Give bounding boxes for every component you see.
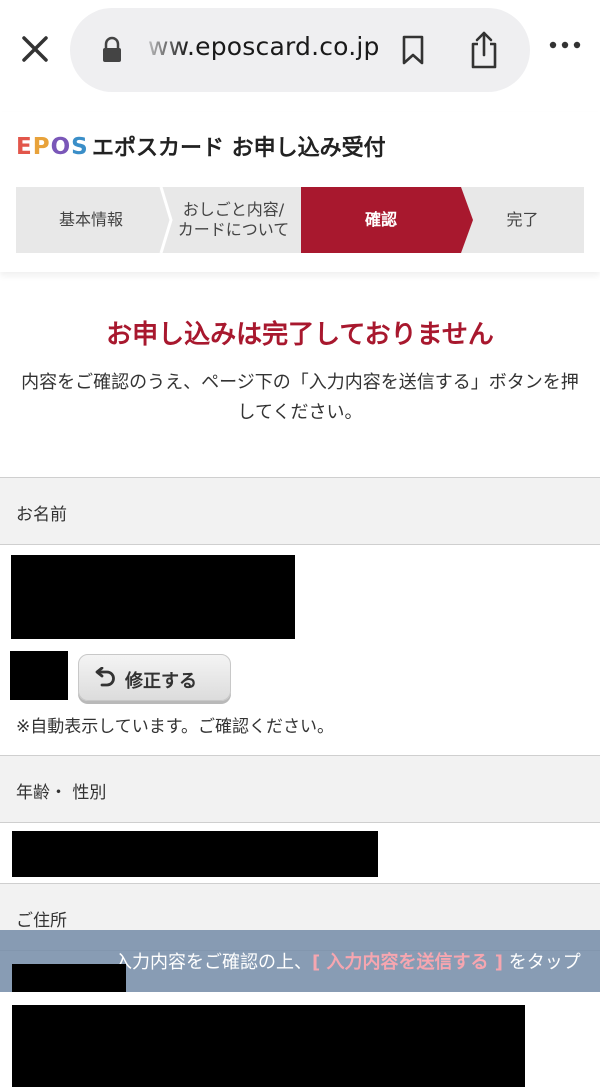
bookmark-icon[interactable] — [400, 34, 426, 66]
share-icon[interactable] — [468, 30, 500, 70]
page-header: EPOS エポスカード お申し込み受付 基本情報 おしごと内容/ カードについて… — [0, 112, 600, 272]
undo-icon — [95, 667, 115, 687]
close-icon[interactable] — [18, 32, 52, 66]
section-label: 年齢・ 性別 — [16, 783, 107, 803]
redacted-name — [11, 555, 295, 639]
section-age-gender-header: 年齢・ 性別 — [0, 755, 600, 823]
section-label: お名前 — [16, 505, 67, 525]
page-title: エポスカード お申し込み受付 — [92, 136, 386, 161]
step-work-card: おしごと内容/ カードについて — [177, 200, 290, 239]
step-basic-info: 基本情報 — [58, 210, 123, 229]
redacted-age-gender — [12, 831, 378, 877]
notice-text: 内容をご確認のうえ、ページ下の「入力内容を送信する」ボタンを押してください。 — [21, 372, 579, 423]
epos-logo[interactable]: EPOS — [16, 134, 89, 160]
progress-steps: 基本情報 おしごと内容/ カードについて 確認 完了 — [16, 187, 584, 253]
step-complete: 完了 — [506, 210, 539, 229]
banner-text: 入力内容をご確認の上、[ 入力内容を送信する ] をタップ — [114, 952, 581, 973]
url-text: ww.eposcard.co.jp — [148, 32, 380, 61]
auto-display-note: ※自動表示しています。ご確認ください。 — [16, 717, 335, 737]
edit-button-label: 修正する — [125, 671, 197, 692]
redacted-address — [12, 1005, 525, 1087]
notice-title: お申し込みは完了しておりません — [106, 320, 494, 350]
address-bar[interactable]: ww.eposcard.co.jp — [70, 8, 530, 92]
section-label: ご住所 — [16, 911, 67, 931]
lock-icon — [103, 36, 121, 62]
step-confirm: 確認 — [364, 210, 397, 229]
section-name-header: お名前 — [0, 477, 600, 545]
more-icon[interactable] — [548, 40, 582, 50]
edit-button[interactable]: 修正する — [78, 654, 231, 701]
redacted-postal-code — [12, 964, 126, 992]
browser-toolbar: ww.eposcard.co.jp — [0, 0, 600, 100]
redacted-name-kana — [10, 651, 68, 700]
